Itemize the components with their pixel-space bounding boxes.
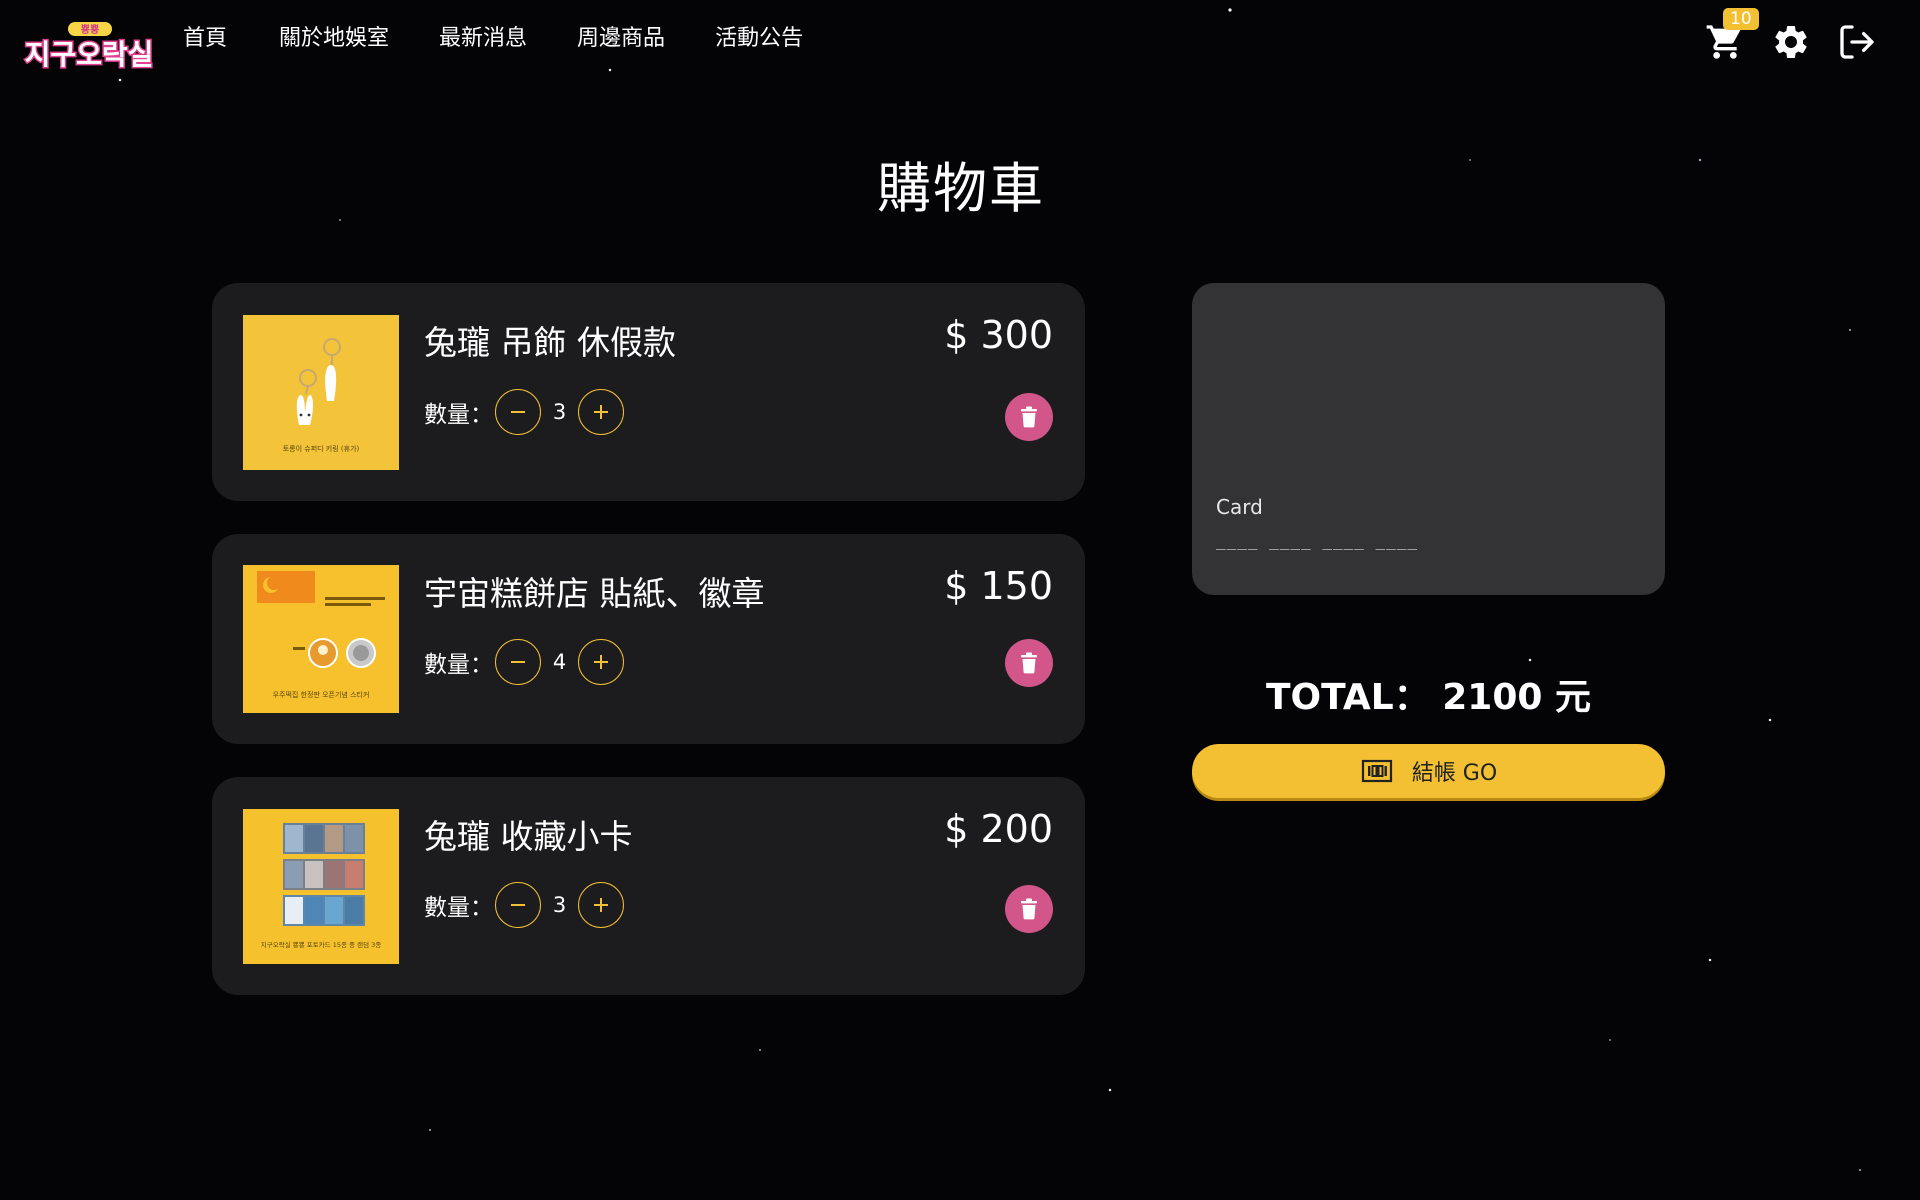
gear-icon xyxy=(1775,25,1807,58)
decrease-quantity-button[interactable] xyxy=(495,389,541,435)
payment-card[interactable]: Card ____ ____ ____ ____ xyxy=(1192,283,1665,595)
plus-icon xyxy=(594,405,608,419)
quantity-stepper: 數量： 3 xyxy=(424,882,624,928)
checkout-button[interactable]: 結帳 GO xyxy=(1192,744,1665,798)
cart-item: 우주떡집 한정판 오픈기념 스티커 宇宙糕餅店 貼紙、徽章 $ 150 數量： … xyxy=(212,534,1085,744)
product-image: 지구오락실 뿅뿅 포토카드 15종 중 랜덤 3종 xyxy=(243,809,399,964)
decrease-quantity-button[interactable] xyxy=(495,639,541,685)
nav-icon-group: 10 xyxy=(1705,8,1903,62)
quantity-value: 3 xyxy=(552,893,567,917)
delete-item-button[interactable] xyxy=(1005,639,1053,687)
thumb-caption: 지구오락실 뿅뿅 포토카드 15종 중 랜덤 3종 xyxy=(261,940,382,949)
logout-icon xyxy=(1840,25,1874,59)
site-logo[interactable]: 뿅뿅 지구오락실 xyxy=(18,20,160,73)
cart-item: 토롱이 슈퍼디 키링 (휴가) 兔瓏 吊飾 休假款 $ 300 數量： 3 xyxy=(212,283,1085,501)
logo-text: 지구오락실 xyxy=(25,38,154,71)
delete-item-button[interactable] xyxy=(1005,885,1053,933)
trash-icon xyxy=(1021,898,1037,920)
product-image: 토롱이 슈퍼디 키링 (휴가) xyxy=(243,315,399,470)
quantity-label: 數量： xyxy=(424,895,493,921)
increase-quantity-button[interactable] xyxy=(578,882,624,928)
trash-icon xyxy=(1021,652,1037,674)
nav-about[interactable]: 關於地娛室 xyxy=(279,24,389,54)
checkout-label: 結帳 GO xyxy=(1411,761,1498,786)
minus-icon xyxy=(511,904,525,906)
thumb-caption: 토롱이 슈퍼디 키링 (휴가) xyxy=(283,444,360,453)
card-label: Card xyxy=(1216,495,1263,519)
minus-icon xyxy=(511,661,525,663)
quantity-label: 數量： xyxy=(424,652,493,678)
nav-home[interactable]: 首頁 xyxy=(183,24,227,54)
cart-item-list: 토롱이 슈퍼디 키링 (휴가) 兔瓏 吊飾 休假款 $ 300 數量： 3 우주… xyxy=(212,283,1085,995)
cart-button[interactable]: 10 xyxy=(1705,8,1759,62)
plus-icon xyxy=(594,898,608,912)
nav-events[interactable]: 活動公告 xyxy=(715,24,803,54)
order-total: TOTAL： 2100 元 xyxy=(1266,677,1591,718)
top-navbar: 뿅뿅 지구오락실 首頁 關於地娛室 最新消息 周邊商品 活動公告 10 xyxy=(0,0,1920,80)
quantity-value: 4 xyxy=(552,650,567,674)
plus-icon xyxy=(594,655,608,669)
quantity-value: 3 xyxy=(552,400,567,424)
logo-small-text: 뿅뿅 xyxy=(81,24,99,36)
trash-icon xyxy=(1021,406,1037,428)
decrease-quantity-button[interactable] xyxy=(495,882,541,928)
nav-news[interactable]: 最新消息 xyxy=(439,24,527,54)
cart-item: 지구오락실 뿅뿅 포토카드 15종 중 랜덤 3종 兔瓏 收藏小卡 $ 200 … xyxy=(212,777,1085,995)
thumb-caption: 우주떡집 한정판 오픈기념 스티커 xyxy=(273,690,370,699)
item-name: 兔瓏 收藏小卡 xyxy=(424,817,633,856)
item-name: 兔瓏 吊飾 休假款 xyxy=(424,323,676,362)
nav-merch[interactable]: 周邊商品 xyxy=(577,24,665,54)
product-image: 우주떡집 한정판 오픈기념 스티커 xyxy=(243,565,399,713)
page-title: 購物車 xyxy=(877,157,1045,220)
minus-icon xyxy=(511,411,525,413)
item-name: 宇宙糕餅店 貼紙、徽章 xyxy=(424,574,765,613)
item-price: $ 300 xyxy=(944,313,1053,357)
logout-button[interactable] xyxy=(1837,22,1877,62)
increase-quantity-button[interactable] xyxy=(578,389,624,435)
delete-item-button[interactable] xyxy=(1005,393,1053,441)
quantity-label: 數量： xyxy=(424,402,493,428)
settings-button[interactable] xyxy=(1771,22,1811,62)
quantity-stepper: 數量： 4 xyxy=(424,639,624,685)
quantity-stepper: 數量： 3 xyxy=(424,389,624,435)
cart-count-badge: 10 xyxy=(1723,8,1759,30)
increase-quantity-button[interactable] xyxy=(578,639,624,685)
item-price: $ 150 xyxy=(944,564,1053,608)
barcode-icon xyxy=(1361,759,1392,783)
item-price: $ 200 xyxy=(944,807,1053,851)
main-nav: 首頁 關於地娛室 最新消息 周邊商品 活動公告 xyxy=(183,24,853,54)
card-number: ____ ____ ____ ____ xyxy=(1216,531,1419,550)
